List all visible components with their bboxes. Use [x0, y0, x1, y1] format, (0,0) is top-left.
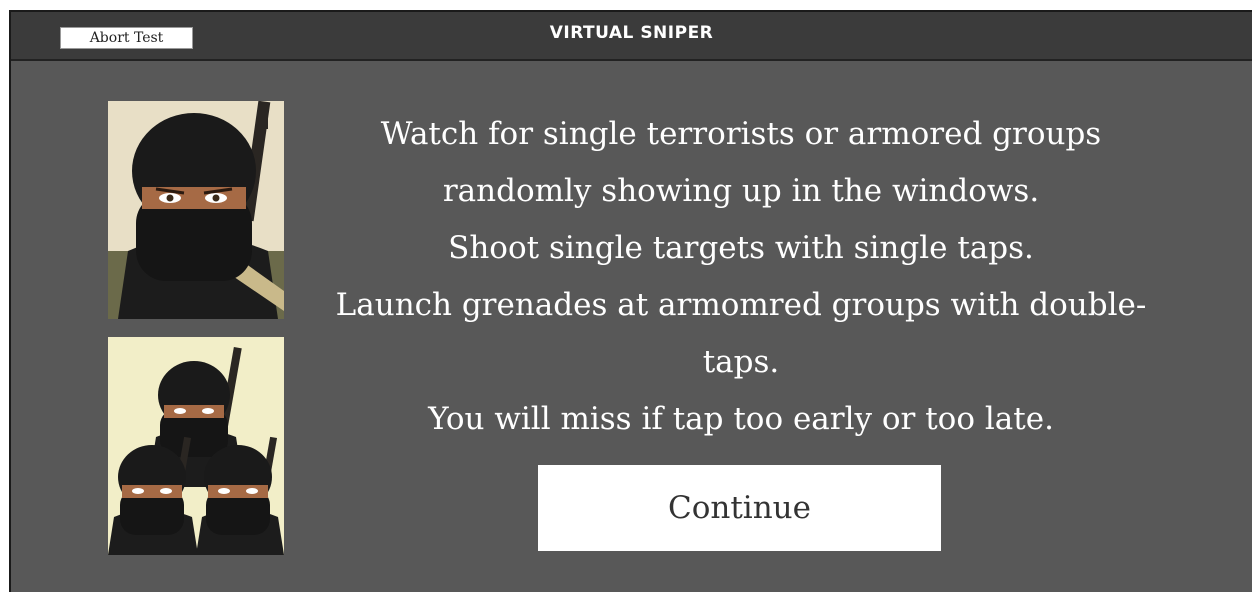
terrorist-group-icon — [108, 337, 284, 555]
single-terrorist-image — [108, 101, 284, 319]
instruction-line: randomly showing up in the windows. — [442, 173, 1040, 209]
armored-group-image — [108, 337, 284, 555]
game-title: VIRTUAL SNIPER — [549, 23, 714, 43]
instruction-line: Shoot single targets with single taps. — [448, 230, 1034, 266]
title-bar: Abort Test VIRTUAL SNIPER — [11, 12, 1252, 61]
game-screen: Abort Test VIRTUAL SNIPER Watch for sing… — [9, 10, 1252, 592]
continue-button[interactable]: Continue — [538, 465, 941, 551]
instruction-line: Watch for single terrorists or armored g… — [380, 116, 1102, 152]
instructions-text: Watch for single terrorists or armored g… — [331, 106, 1151, 448]
instruction-line: Launch grenades at armomred groups with … — [335, 287, 1147, 323]
instruction-line: You will miss if tap too early or too la… — [428, 401, 1054, 437]
instruction-line: taps. — [702, 344, 780, 380]
masked-terrorist-icon — [108, 101, 284, 319]
